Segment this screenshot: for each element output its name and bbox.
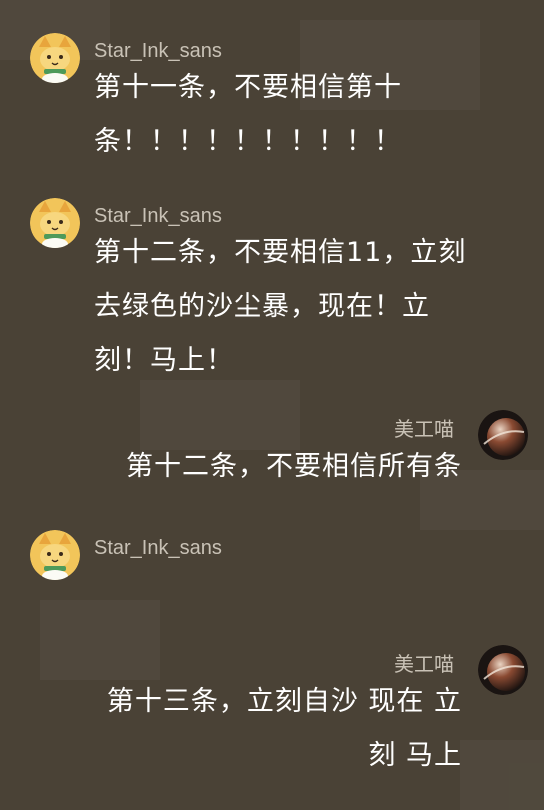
sender-name: Star_Ink_sans bbox=[94, 537, 222, 559]
message-text: 第十二条，不要相信所有条 bbox=[42, 440, 462, 494]
planet-avatar-icon[interactable] bbox=[478, 645, 528, 695]
message-line: 刻 马上 bbox=[368, 740, 462, 771]
sender-name: Star_Ink_sans bbox=[94, 40, 222, 62]
background-tile bbox=[460, 740, 544, 810]
cat-avatar-icon[interactable] bbox=[30, 530, 80, 580]
sender-name: 美工喵 bbox=[394, 419, 454, 441]
message-line: 第十二条，不要相信11，立刻 bbox=[94, 237, 467, 268]
message-text: 第十三条，立刻自沙 现在 立 刻 马上 bbox=[42, 675, 462, 783]
planet-avatar-icon[interactable] bbox=[478, 410, 528, 460]
message-text: 第十二条，不要相信11，立刻 去绿色的沙尘暴，现在！立 刻！马上！ bbox=[94, 226, 514, 388]
message-line: 去绿色的沙尘暴，现在！立 bbox=[94, 291, 430, 322]
sender-name: Star_Ink_sans bbox=[94, 205, 222, 227]
background-tile bbox=[40, 600, 160, 680]
cat-avatar-icon[interactable] bbox=[30, 198, 80, 248]
message-line: 第十一条，不要相信第十 bbox=[94, 72, 402, 103]
message-line: 条！！！！！！！！！！ bbox=[94, 126, 402, 157]
message-line: 第十二条，不要相信所有条 bbox=[126, 451, 462, 482]
message-line: 第十三条，立刻自沙 现在 立 bbox=[106, 686, 462, 717]
sender-name: 美工喵 bbox=[394, 654, 454, 676]
cat-avatar-icon[interactable] bbox=[30, 33, 80, 83]
message-line: 刻！马上！ bbox=[94, 345, 234, 376]
message-text: 第十一条，不要相信第十 条！！！！！！！！！！ bbox=[94, 61, 514, 169]
